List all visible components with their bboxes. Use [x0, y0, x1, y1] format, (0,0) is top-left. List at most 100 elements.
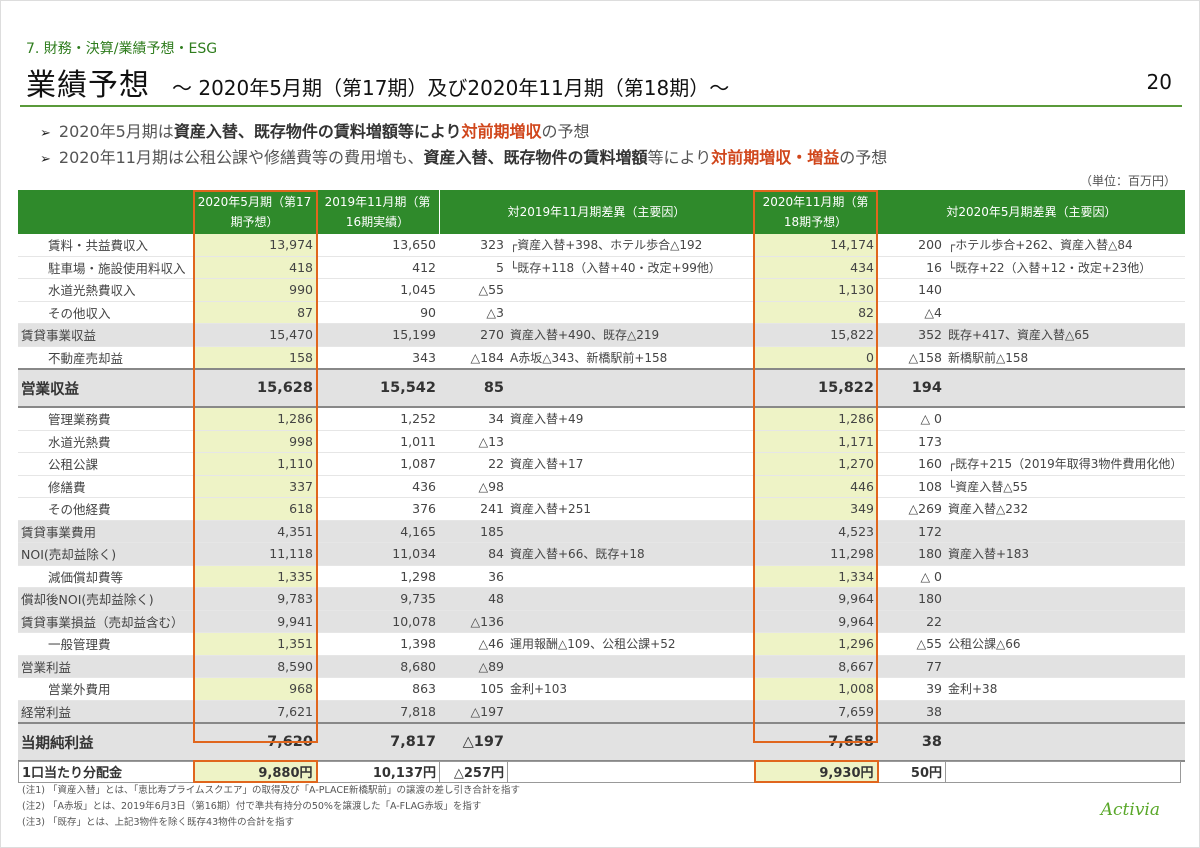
- diff2-value: 38: [877, 700, 945, 724]
- diff1-reason: 資産入替+17: [507, 452, 754, 476]
- table-row: その他収入 87 90 △3 82 △4: [18, 301, 1186, 324]
- fy17-value: 8,590: [193, 655, 316, 678]
- diff2-value: 200: [877, 234, 945, 257]
- diff2-value: 180: [877, 542, 945, 566]
- table-row: 管理業務費 1,286 1,252 34 資産入替+49 1,286 △ 0: [18, 407, 1186, 431]
- row-label: 一般管理費: [18, 632, 193, 656]
- fy17-value: 15,470: [193, 323, 316, 347]
- distribution-note1: [507, 760, 755, 783]
- row-label: 償却後NOI(売却益除く): [18, 587, 193, 611]
- row-label: 賃貸事業損益（売却益含む）: [18, 610, 193, 633]
- fy18-value: 4,523: [754, 520, 877, 543]
- fy16-value: 1,011: [316, 430, 439, 453]
- fy17-value: 618: [193, 497, 316, 521]
- table-row: 営業収益 15,628 15,542 85 15,822 194: [18, 368, 1186, 408]
- diff1-value: 241: [439, 497, 507, 521]
- distribution-fy17: 9,880円: [192, 760, 318, 783]
- row-label: NOI(売却益除く): [18, 542, 193, 566]
- page-subtitle: ～ 2020年5月期（第17期）及び2020年11月期（第18期）～: [172, 76, 730, 100]
- fy16-value: 376: [316, 497, 439, 521]
- diff1-value: △197: [439, 700, 507, 724]
- diff2-value: 173: [877, 430, 945, 453]
- diff1-reason: A赤坂△343、新橋駅前+158: [507, 346, 754, 370]
- table-row: 経常利益 7,621 7,818 △197 7,659 38: [18, 700, 1186, 724]
- table-row: 賃料・共益費収入 13,974 13,650 323 ┌資産入替+398、ホテル歩合△1…: [18, 234, 1186, 257]
- diff1-reason: 金利+103: [507, 677, 754, 701]
- diff1-reason: [507, 700, 754, 724]
- footnote-1: (注1) 「資産入替」とは、「恵比寿プライムスクエア」の取得及び「A-PLACE…: [22, 785, 520, 796]
- table-row: 一般管理費 1,351 1,398 △46 運用報酬△109、公租公課+52 1,296 △…: [18, 632, 1186, 656]
- bullet-text: 等により: [647, 148, 712, 167]
- diff1-value: 270: [439, 323, 507, 347]
- fy18-value: 1,286: [754, 407, 877, 431]
- diff1-value: △89: [439, 655, 507, 678]
- fy17-value: 4,351: [193, 520, 316, 543]
- fy17-value: 7,620: [193, 722, 316, 762]
- header-diff-vs-fy17: 対2020年5月期差異（主要因）: [876, 190, 1186, 234]
- fy16-value: 15,199: [316, 323, 439, 347]
- table-row: 修繕費 337 436 △98 446 108 └資産入替△55: [18, 475, 1186, 498]
- header-fy16: 2019年11月期（第16期実績）: [315, 190, 439, 234]
- arrow-bullet-icon: ➢: [40, 152, 51, 167]
- forecast-table: 2020年5月期（第17期予想） 2019年11月期（第16期実績） 対2019…: [18, 190, 1186, 762]
- fy18-value: 14,174: [754, 234, 877, 257]
- fy18-value: 1,334: [754, 565, 877, 588]
- diff2-value: △ 0: [877, 565, 945, 588]
- diff2-reason: [945, 407, 1186, 431]
- diff2-reason: └資産入替△55: [945, 475, 1186, 498]
- table-row: 賃貸事業費用 4,351 4,165 185 4,523 172: [18, 520, 1186, 543]
- diff2-reason: 既存+417、資産入替△65: [945, 323, 1186, 347]
- diff1-value: 34: [439, 407, 507, 431]
- diff2-value: 16: [877, 256, 945, 279]
- fy17-value: 990: [193, 278, 316, 302]
- diff1-reason: [507, 301, 754, 324]
- diff1-reason: [507, 587, 754, 611]
- bullet-text: 2020年5月期は: [58, 122, 174, 141]
- fy18-value: 15,822: [754, 368, 877, 408]
- diff2-reason: [945, 278, 1186, 302]
- diff2-reason: [945, 655, 1186, 678]
- fy18-value: 9,964: [754, 587, 877, 611]
- section-label: 7. 財務・決算/業績予想・ESG: [26, 41, 218, 57]
- table-row: 償却後NOI(売却益除く) 9,783 9,735 48 9,964 180: [18, 587, 1186, 611]
- distribution-note2: [945, 760, 1181, 783]
- fy18-value: 15,822: [754, 323, 877, 347]
- fy16-value: 9,735: [316, 587, 439, 611]
- diff1-value: 5: [439, 256, 507, 279]
- diff1-reason: [507, 722, 754, 762]
- diff2-reason: [945, 368, 1186, 408]
- table-row: 賃貸事業損益（売却益含む） 9,941 10,078 △136 9,964 22: [18, 610, 1186, 633]
- diff1-value: △98: [439, 475, 507, 498]
- footnote-3: (注3) 「既存」とは、上記3物件を除く既存43物件の合計を指す: [22, 817, 295, 828]
- fy18-value: 9,964: [754, 610, 877, 633]
- bullet-highlight-text: 対前期増収・増益: [711, 148, 840, 167]
- bullet-2: ➢ 2020年11月期は公租公課や修繕費等の費用増も、資産入替、既存物件の賃料増額…: [40, 144, 887, 168]
- diff2-value: 108: [877, 475, 945, 498]
- diff2-value: 39: [877, 677, 945, 701]
- diff1-reason: [507, 368, 754, 408]
- diff1-value: △136: [439, 610, 507, 633]
- fy17-value: 1,110: [193, 452, 316, 476]
- diff2-reason: [945, 430, 1186, 453]
- row-label: 減価償却費等: [18, 565, 193, 588]
- fy17-value: 13,974: [193, 234, 316, 257]
- diff2-reason: ┌ホテル歩合+262、資産入替△84: [945, 234, 1186, 257]
- fy17-value: 968: [193, 677, 316, 701]
- fy16-value: 4,165: [316, 520, 439, 543]
- bullet-highlight-text: 対前期増収: [461, 122, 542, 141]
- diff2-value: 140: [877, 278, 945, 302]
- fy17-value: 9,941: [193, 610, 316, 633]
- fy16-value: 1,298: [316, 565, 439, 588]
- diff2-reason: 新橋駅前△158: [945, 346, 1186, 370]
- diff2-reason: 資産入替△232: [945, 497, 1186, 521]
- distribution-row: 1口当たり分配金 9,880円 10,137円 △257円 9,930円 50円: [18, 760, 1181, 783]
- table-row: 減価償却費等 1,335 1,298 36 1,334 △ 0: [18, 565, 1186, 588]
- diff2-reason: ┌既存+215（2019年取得3物件費用化他）: [945, 452, 1186, 476]
- fy17-value: 87: [193, 301, 316, 324]
- row-label: 賃貸事業費用: [18, 520, 193, 543]
- unit-label: （単位：百万円）: [1079, 174, 1176, 188]
- bullet-bold-text: 資産入替、既存物件の賃料増額: [423, 148, 648, 167]
- diff2-reason: [945, 587, 1186, 611]
- diff1-value: 84: [439, 542, 507, 566]
- row-label: その他収入: [18, 301, 193, 324]
